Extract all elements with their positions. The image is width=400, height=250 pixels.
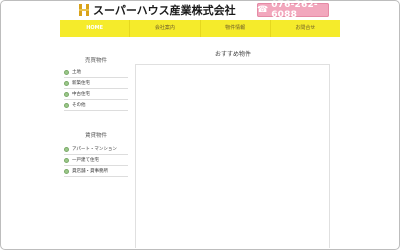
phone-number: 076-262-6088: [271, 0, 318, 20]
house-logo-icon: [78, 3, 90, 17]
nav-contact[interactable]: お問合せ: [271, 20, 340, 37]
company-name: スーパーハウス産業株式会社: [93, 4, 236, 17]
rent-list: アパート・マンション 一戸建て住宅 貸店舗・貸事務所: [64, 144, 128, 177]
rent-item-shop-office[interactable]: 貸店舗・貸事務所: [64, 166, 128, 177]
bullet-icon: [64, 69, 69, 75]
nav-home[interactable]: HOME: [60, 20, 131, 37]
sale-item-label: 中古住宅: [72, 92, 90, 97]
phone-banner: ☎ 076-262-6088: [257, 0, 329, 20]
rent-section-title: 賃貸物件: [84, 133, 107, 139]
sale-item-new-house[interactable]: 新築住宅: [64, 78, 128, 89]
nav-company[interactable]: 会社案内: [130, 20, 201, 37]
recommended-title: おすすめ物件: [214, 51, 251, 58]
rent-item-apartment[interactable]: アパート・マンション: [64, 144, 128, 155]
sale-item-used-house[interactable]: 中古住宅: [64, 89, 128, 100]
recommended-panel: [135, 64, 330, 248]
rent-item-detached-house[interactable]: 一戸建て住宅: [64, 155, 128, 166]
rent-item-label: 一戸建て住宅: [72, 158, 99, 163]
nav-properties[interactable]: 物件情報: [201, 20, 271, 37]
sale-item-other[interactable]: その他: [64, 100, 128, 111]
rent-item-label: アパート・マンション: [72, 147, 117, 152]
sale-list: 土地 新築住宅 中古住宅 その他: [64, 67, 128, 111]
sale-section-title: 売買物件: [84, 58, 107, 64]
sale-item-land[interactable]: 土地: [64, 67, 128, 78]
bullet-icon: [64, 102, 69, 108]
bullet-icon: [64, 168, 69, 174]
telephone-icon: ☎: [257, 4, 269, 15]
company-logo[interactable]: スーパーハウス産業株式会社: [78, 3, 236, 17]
sale-item-label: その他: [72, 103, 86, 108]
bullet-icon: [64, 146, 69, 152]
main-nav: HOME 会社案内 物件情報 お問合せ: [60, 20, 340, 37]
bullet-icon: [64, 91, 69, 97]
rent-item-label: 貸店舗・貸事務所: [72, 169, 108, 174]
sale-item-label: 土地: [72, 70, 81, 75]
bullet-icon: [64, 157, 69, 163]
sale-item-label: 新築住宅: [72, 81, 90, 86]
bullet-icon: [64, 80, 69, 86]
